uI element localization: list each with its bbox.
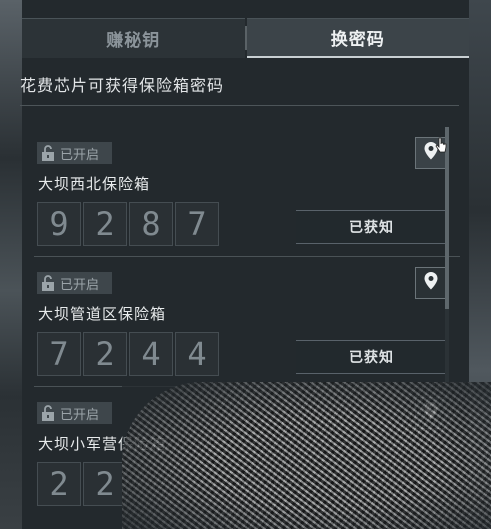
unlock-icon	[41, 145, 55, 161]
password-digit: 4	[129, 332, 173, 376]
status-text: 已开启	[60, 277, 100, 293]
password-digit: 2	[83, 332, 127, 376]
unlock-icon	[41, 405, 55, 421]
password-digit: 4	[175, 332, 219, 376]
password-digits: 9 2 8 7	[37, 202, 219, 246]
password-digit: 7	[175, 202, 219, 246]
divider	[20, 105, 459, 106]
safe-name: 大坝管道区保险箱	[38, 305, 167, 323]
tab-bar: 赚秘钥 换密码	[22, 18, 469, 58]
safe-name: 大坝西北保险箱	[38, 175, 151, 193]
status-badge: 已开启	[37, 142, 112, 164]
unlock-icon	[41, 275, 55, 291]
status-text: 已开启	[60, 407, 100, 423]
password-digits: 2 2	[37, 462, 127, 506]
safe-card: 已开启 大坝西北保险箱 9 2 8 7 已获知	[34, 127, 460, 257]
password-digit: 9	[37, 202, 81, 246]
tab-exchange-password[interactable]: 换密码	[246, 18, 469, 58]
tab-earn-key[interactable]: 赚秘钥	[22, 18, 245, 58]
status-badge: 已开启	[37, 272, 112, 294]
password-digit: 2	[83, 202, 127, 246]
password-digit: 2	[37, 462, 81, 506]
background-left	[0, 0, 22, 529]
cursor-icon	[434, 137, 448, 159]
subtitle: 花费芯片可获得保险箱密码	[20, 76, 225, 95]
password-digit: 2	[83, 462, 127, 506]
locate-button[interactable]	[415, 267, 447, 299]
password-digit: 7	[37, 332, 81, 376]
status-badge: 已开启	[37, 402, 112, 424]
known-button[interactable]: 已获知	[296, 210, 447, 244]
password-digit: 8	[129, 202, 173, 246]
safe-card: 已开启 大坝管道区保险箱 7 2 4 4 已获知	[34, 257, 460, 387]
known-button[interactable]: 已获知	[296, 340, 447, 374]
password-digits: 7 2 4 4	[37, 332, 219, 376]
status-text: 已开启	[60, 147, 100, 163]
map-pin-icon	[423, 271, 439, 295]
occlusion-fade	[122, 382, 491, 529]
